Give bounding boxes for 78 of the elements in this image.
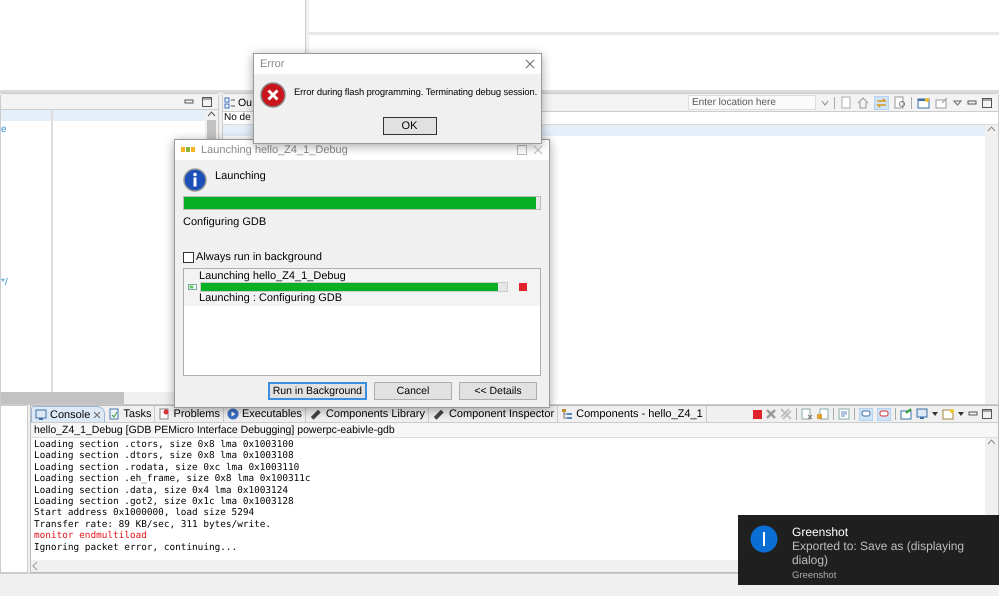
view-menu-icon[interactable] (953, 100, 962, 106)
stop-icon[interactable] (753, 410, 762, 418)
dialog-button[interactable]: Run in Background (268, 382, 367, 400)
speech-bubble-icon[interactable] (859, 408, 873, 420)
clear-document-icon[interactable] (801, 408, 813, 420)
export-window-icon[interactable] (935, 96, 948, 108)
monitor-icon (35, 408, 47, 420)
console-line: monitor endmultiload (34, 530, 147, 542)
code-fragment: e (1, 124, 8, 135)
scrollbar-thumb[interactable] (1, 392, 124, 404)
caret-icon[interactable] (958, 412, 964, 416)
console-session-title: hello_Z4_1_Debug [GDB PEMicro Interface Debugging] powerpc-eabivle-gdb (31, 423, 998, 438)
find-document-icon[interactable] (894, 96, 906, 109)
tree-icon (561, 408, 574, 420)
warning-document-icon (158, 408, 170, 420)
display-icon[interactable] (916, 408, 928, 420)
location-field[interactable]: Enter location here (688, 95, 816, 110)
maximize-icon[interactable] (982, 98, 992, 108)
outline-icon (224, 96, 236, 108)
sync-arrows-icon[interactable] (874, 96, 889, 110)
maximize-icon[interactable] (517, 145, 527, 155)
checkbox[interactable] (183, 252, 194, 262)
notification-message: Exported to: Save as (displaying dialog) (792, 539, 966, 567)
console-line: Loading section .eh_frame, size 0x8 lma 0x100311c (34, 473, 311, 485)
minimize-icon[interactable] (968, 410, 978, 418)
console-line: Loading section .rodata, size 0xc lma 0x1003110 (34, 462, 300, 474)
error-message: Error during flash programming. Terminating debug session. (294, 85, 538, 97)
info-icon (183, 168, 207, 192)
maximize-icon[interactable] (202, 96, 212, 106)
console-line: Loading section .data, size 0x4 lma 0x1003124 (34, 484, 288, 496)
console-line: Loading section .dtors, size 0x8 lma 0x1003108 (34, 450, 294, 462)
lock-document-icon[interactable] (817, 408, 829, 420)
console-line: Transfer rate: 89 KB/sec, 311 bytes/write. (34, 518, 272, 530)
error-bubble-icon[interactable] (877, 408, 891, 420)
launch-heading: Launching (215, 169, 266, 184)
scroll-up-icon[interactable] (987, 125, 996, 133)
minimize-icon[interactable] (184, 98, 194, 106)
caret-icon[interactable] (932, 412, 938, 416)
job-status: Launching : Configuring GDB (198, 292, 344, 304)
tab-label[interactable]: Ou (238, 96, 252, 108)
console-line: Ignoring packet error, continuing... (34, 542, 238, 554)
notification-title: Greenshot (792, 525, 850, 539)
console-line: Loading section .ctors, size 0x8 lma 0x1003100 (34, 439, 294, 450)
remove-icon[interactable] (766, 409, 776, 419)
new-window-icon[interactable] (917, 96, 930, 108)
scroll-up-icon[interactable] (207, 110, 216, 118)
job-name: Launching hello_Z4_1_Debug (198, 270, 347, 282)
notification-toast[interactable]: Greenshot Exported to: Save as (displaying dialog) Greenshot (738, 515, 999, 585)
close-icon[interactable] (525, 59, 535, 69)
logo-icon (181, 146, 195, 154)
dialog-button[interactable]: Cancel (374, 382, 452, 400)
console-tab[interactable]: Console (31, 406, 106, 422)
close-icon[interactable] (93, 410, 102, 418)
info-icon (750, 525, 778, 553)
clipboard-icon (108, 408, 120, 420)
back-document-icon[interactable] (840, 96, 852, 109)
console-line: Start address 0x1000000, load size 5294 (34, 507, 254, 519)
word-wrap-icon[interactable] (838, 408, 850, 420)
error-icon (260, 82, 286, 108)
home-icon[interactable] (857, 96, 869, 109)
outline-message: No de (224, 112, 251, 123)
play-icon (226, 408, 239, 420)
scroll-up-icon[interactable] (987, 438, 996, 446)
ok-button[interactable]: OK (382, 117, 436, 135)
battery-icon (188, 284, 198, 290)
pin-window-icon[interactable] (900, 408, 912, 420)
code-fragment: */ (1, 277, 9, 288)
maximize-icon[interactable] (982, 409, 992, 419)
console-line: Loading section .got2, size 0x1c lma 0x1003128 (34, 496, 294, 508)
notification-source: Greenshot (792, 570, 838, 581)
status-text: Configuring GDB (183, 216, 268, 228)
dialog-button[interactable]: << Details (459, 382, 537, 400)
scroll-left-icon[interactable] (31, 560, 39, 572)
new-window-icon[interactable] (942, 408, 954, 420)
minimize-icon[interactable] (967, 98, 977, 106)
dialog-title: Error (260, 58, 286, 70)
dialog-title: Launching hello_Z4_1_Debug (201, 144, 349, 156)
checkbox-label[interactable]: Always run in background (196, 251, 322, 263)
